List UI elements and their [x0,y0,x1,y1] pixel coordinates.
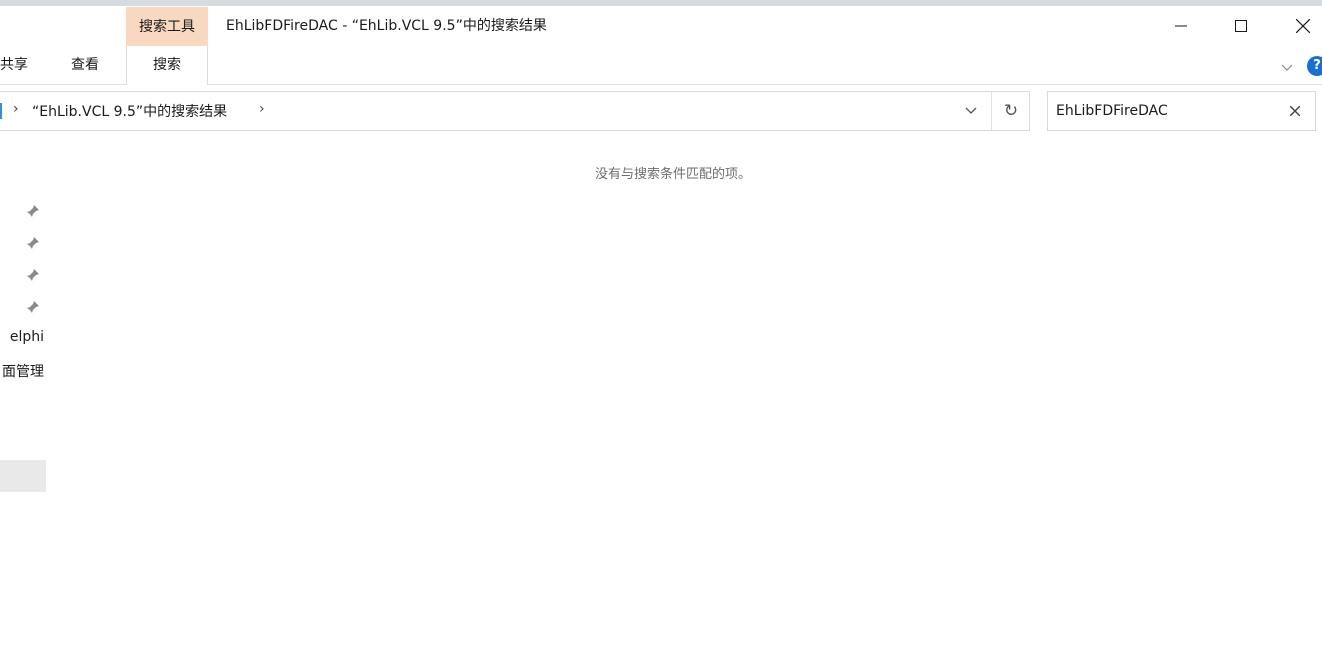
address-bar[interactable]: › “EhLib.VCL 9.5”中的搜索结果 › ↻ [0,91,1030,131]
help-button[interactable]: ? [1307,56,1322,76]
search-box[interactable] [1047,91,1316,131]
tab-view[interactable]: 查看 [71,46,99,84]
nav-item-delphi[interactable]: elphi [10,329,44,345]
address-history-dropdown[interactable] [953,92,989,130]
window-title: EhLib​FD​Fire​DAC - “EhLib.VCL 9.5”中的搜索结… [226,18,547,34]
refresh-button[interactable]: ↻ [991,92,1030,130]
close-icon [1290,106,1300,116]
breadcrumb-search-results[interactable]: “EhLib.VCL 9.5”中的搜索结果 [32,101,227,121]
search-input[interactable] [1048,92,1284,130]
ribbon-tab-bar: 共享 查看 搜索 ? [0,46,1322,85]
chevron-down-icon [965,107,977,114]
breadcrumb-separator[interactable]: › [13,101,19,117]
pin-icon [27,269,39,281]
clear-search-button[interactable] [1286,102,1304,120]
location-icon [0,103,2,119]
empty-results-message: 没有与搜索条件匹配的项。 [595,167,752,182]
maximize-icon [1235,20,1247,32]
ribbon-collapse-button[interactable] [1280,58,1296,72]
search-tools-context-tab[interactable]: 搜索工具 [126,7,208,47]
tab-share[interactable]: 共享 [0,46,28,84]
close-icon [1296,19,1310,33]
pin-icon [27,301,39,313]
pin-icon [27,237,39,249]
chevron-down-icon [1281,64,1293,71]
breadcrumb-separator-end[interactable]: › [259,101,265,117]
close-button[interactable] [1280,6,1322,46]
maximize-button[interactable] [1218,6,1264,46]
minimize-button[interactable] [1158,6,1204,46]
refresh-icon: ↻ [1003,101,1019,121]
navigation-pane: elphi 面管理 [0,140,46,657]
tab-search[interactable]: 搜索 [126,46,208,85]
minimize-icon [1175,25,1187,27]
nav-item-selected[interactable] [0,460,46,492]
nav-item-desktop-manager[interactable]: 面管理 [2,361,44,381]
pin-icon [27,205,39,217]
